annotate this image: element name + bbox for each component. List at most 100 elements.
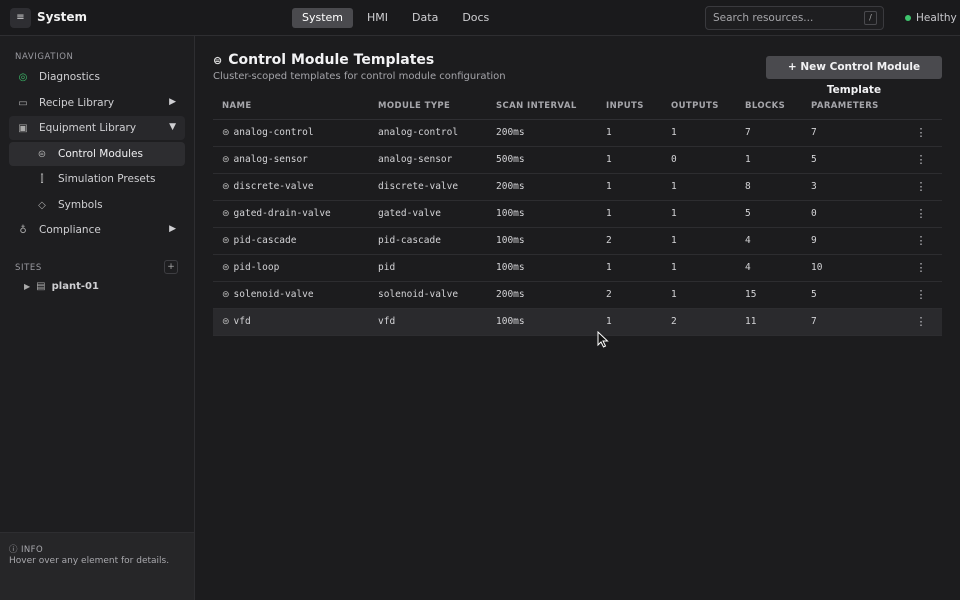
row-menu-icon[interactable]: ⋮: [900, 173, 942, 201]
module-icon: ⊜: [222, 209, 230, 219]
row-menu-icon[interactable]: ⋮: [900, 146, 942, 174]
cell-scan-interval: 200ms: [487, 281, 597, 309]
search-shortcut-key: /: [864, 11, 877, 25]
column-header-scan-interval[interactable]: SCAN INTERVAL: [487, 94, 597, 120]
cell-scan-interval: 200ms: [487, 173, 597, 201]
table-row[interactable]: ⊜ analog-sensor analog-sensor 500ms 1 0 1…: [213, 146, 942, 174]
sidebar: NAVIGATION ◎ Diagnostics ▭ Recipe Librar…: [0, 36, 195, 600]
cell-outputs: 1: [662, 200, 736, 228]
sidebar-item-label: Symbols: [58, 199, 103, 211]
cell-parameters: 10: [802, 254, 900, 282]
cell-name: gated-drain-valve: [233, 208, 331, 219]
cell-name: discrete-valve: [233, 181, 314, 192]
cell-inputs: 2: [597, 227, 662, 255]
sidebar-item-label: Equipment Library: [39, 122, 137, 134]
cell-module-type: vfd: [369, 308, 487, 336]
module-icon: ⊜: [222, 317, 230, 327]
cell-name: pid-loop: [233, 262, 280, 273]
health-status: Healthy: [905, 12, 957, 24]
cell-inputs: 1: [597, 146, 662, 174]
new-template-button[interactable]: + New Control Module Template: [766, 56, 942, 96]
tab-data[interactable]: Data: [402, 8, 448, 28]
cell-inputs: 1: [597, 254, 662, 282]
menu-icon[interactable]: ≡: [10, 8, 31, 28]
cell-name: solenoid-valve: [233, 289, 314, 300]
column-header-outputs[interactable]: OUTPUTS: [662, 94, 736, 120]
add-site-button[interactable]: +: [164, 260, 178, 274]
cell-module-type: analog-control: [369, 119, 487, 147]
table-row[interactable]: ⊜ analog-control analog-control 200ms 1 1…: [213, 119, 942, 147]
column-header-name[interactable]: NAME: [213, 94, 369, 120]
page-title: ⊜ Control Module Templates: [213, 52, 434, 68]
tab-system[interactable]: System: [292, 8, 354, 28]
cell-parameters: 5: [802, 146, 900, 174]
tab-docs[interactable]: Docs: [452, 8, 499, 28]
column-header-inputs[interactable]: INPUTS: [597, 94, 662, 120]
library-icon: ▣: [18, 122, 28, 134]
cell-blocks: 4: [736, 254, 802, 282]
column-header-blocks[interactable]: BLOCKS: [736, 94, 802, 120]
cell-module-type: analog-sensor: [369, 146, 487, 174]
cell-parameters: 7: [802, 119, 900, 147]
sidebar-item-simulation-presets[interactable]: ⫿ Simulation Presets: [9, 167, 185, 191]
search-input[interactable]: Search resources... /: [705, 6, 884, 30]
table-row[interactable]: ⊜ solenoid-valve solenoid-valve 200ms 2 1…: [213, 281, 942, 309]
app-title: System: [37, 10, 87, 24]
module-icon: ⊜: [222, 182, 230, 192]
cell-inputs: 1: [597, 200, 662, 228]
row-menu-icon[interactable]: ⋮: [900, 200, 942, 228]
diagnostics-icon: ◎: [18, 71, 28, 83]
sidebar-item-label: Recipe Library: [39, 97, 115, 109]
row-menu-icon[interactable]: ⋮: [900, 281, 942, 309]
templates-table: NAME MODULE TYPE SCAN INTERVAL INPUTS OU…: [213, 94, 942, 336]
collapse-arrow-icon[interactable]: ▼: [169, 122, 176, 132]
cell-module-type: pid: [369, 254, 487, 282]
expand-arrow-icon[interactable]: ▶: [169, 224, 176, 234]
column-header-module-type[interactable]: MODULE TYPE: [369, 94, 487, 120]
expand-arrow-icon[interactable]: ▶: [24, 282, 30, 291]
sidebar-item-diagnostics[interactable]: ◎ Diagnostics: [9, 65, 185, 89]
cell-inputs: 2: [597, 281, 662, 309]
cell-scan-interval: 100ms: [487, 200, 597, 228]
page-subtitle: Cluster-scoped templates for control mod…: [213, 71, 506, 82]
cell-outputs: 1: [662, 173, 736, 201]
expand-arrow-icon[interactable]: ▶: [169, 97, 176, 107]
sites-section-label: SITES: [15, 263, 42, 273]
building-icon: ▤: [36, 281, 46, 292]
cell-name: pid-cascade: [233, 235, 297, 246]
sidebar-item-label: Simulation Presets: [58, 173, 156, 185]
table-row[interactable]: ⊜ pid-cascade pid-cascade 100ms 2 1 4 9 ⋮: [213, 227, 942, 255]
cell-blocks: 4: [736, 227, 802, 255]
sidebar-item-recipe-library[interactable]: ▭ Recipe Library ▶: [9, 91, 185, 115]
sidebar-item-compliance[interactable]: ♁ Compliance ▶: [9, 218, 185, 242]
book-icon: ▭: [18, 97, 28, 109]
cell-scan-interval: 100ms: [487, 254, 597, 282]
row-menu-icon[interactable]: ⋮: [900, 254, 942, 282]
table-row[interactable]: ⊜ gated-drain-valve gated-valve 100ms 1 1…: [213, 200, 942, 228]
cell-inputs: 1: [597, 173, 662, 201]
page-title-text: Control Module Templates: [228, 52, 435, 68]
column-header-parameters[interactable]: PARAMETERS: [802, 94, 900, 120]
module-icon: ⊜: [222, 290, 230, 300]
sidebar-item-control-modules[interactable]: ⊜ Control Modules: [9, 142, 185, 166]
sidebar-item-symbols[interactable]: ◇ Symbols: [9, 193, 185, 217]
table-row[interactable]: ⊜ pid-loop pid 100ms 1 1 4 10 ⋮: [213, 254, 942, 282]
table-row[interactable]: ⊜ discrete-valve discrete-valve 200ms 1 1…: [213, 173, 942, 201]
cell-module-type: discrete-valve: [369, 173, 487, 201]
sidebar-item-equipment-library[interactable]: ▣ Equipment Library ▼: [9, 116, 185, 140]
module-icon: ⊜: [222, 128, 230, 138]
tab-hmi[interactable]: HMI: [357, 8, 398, 28]
cell-module-type: pid-cascade: [369, 227, 487, 255]
table-row[interactable]: ⊜ vfd vfd 100ms 1 2 11 7 ⋮: [213, 308, 942, 336]
cell-blocks: 11: [736, 308, 802, 336]
cell-blocks: 1: [736, 146, 802, 174]
row-menu-icon[interactable]: ⋮: [900, 119, 942, 147]
site-item-plant-01[interactable]: ▶ ▤ plant-01: [24, 281, 99, 292]
row-menu-icon[interactable]: ⋮: [900, 227, 942, 255]
column-header-actions: [900, 94, 942, 120]
status-dot-icon: [905, 15, 911, 21]
info-text: Hover over any element for details.: [9, 556, 170, 566]
row-menu-icon[interactable]: ⋮: [900, 308, 942, 336]
cell-parameters: 5: [802, 281, 900, 309]
info-title: ⓘ INFO: [9, 545, 44, 555]
